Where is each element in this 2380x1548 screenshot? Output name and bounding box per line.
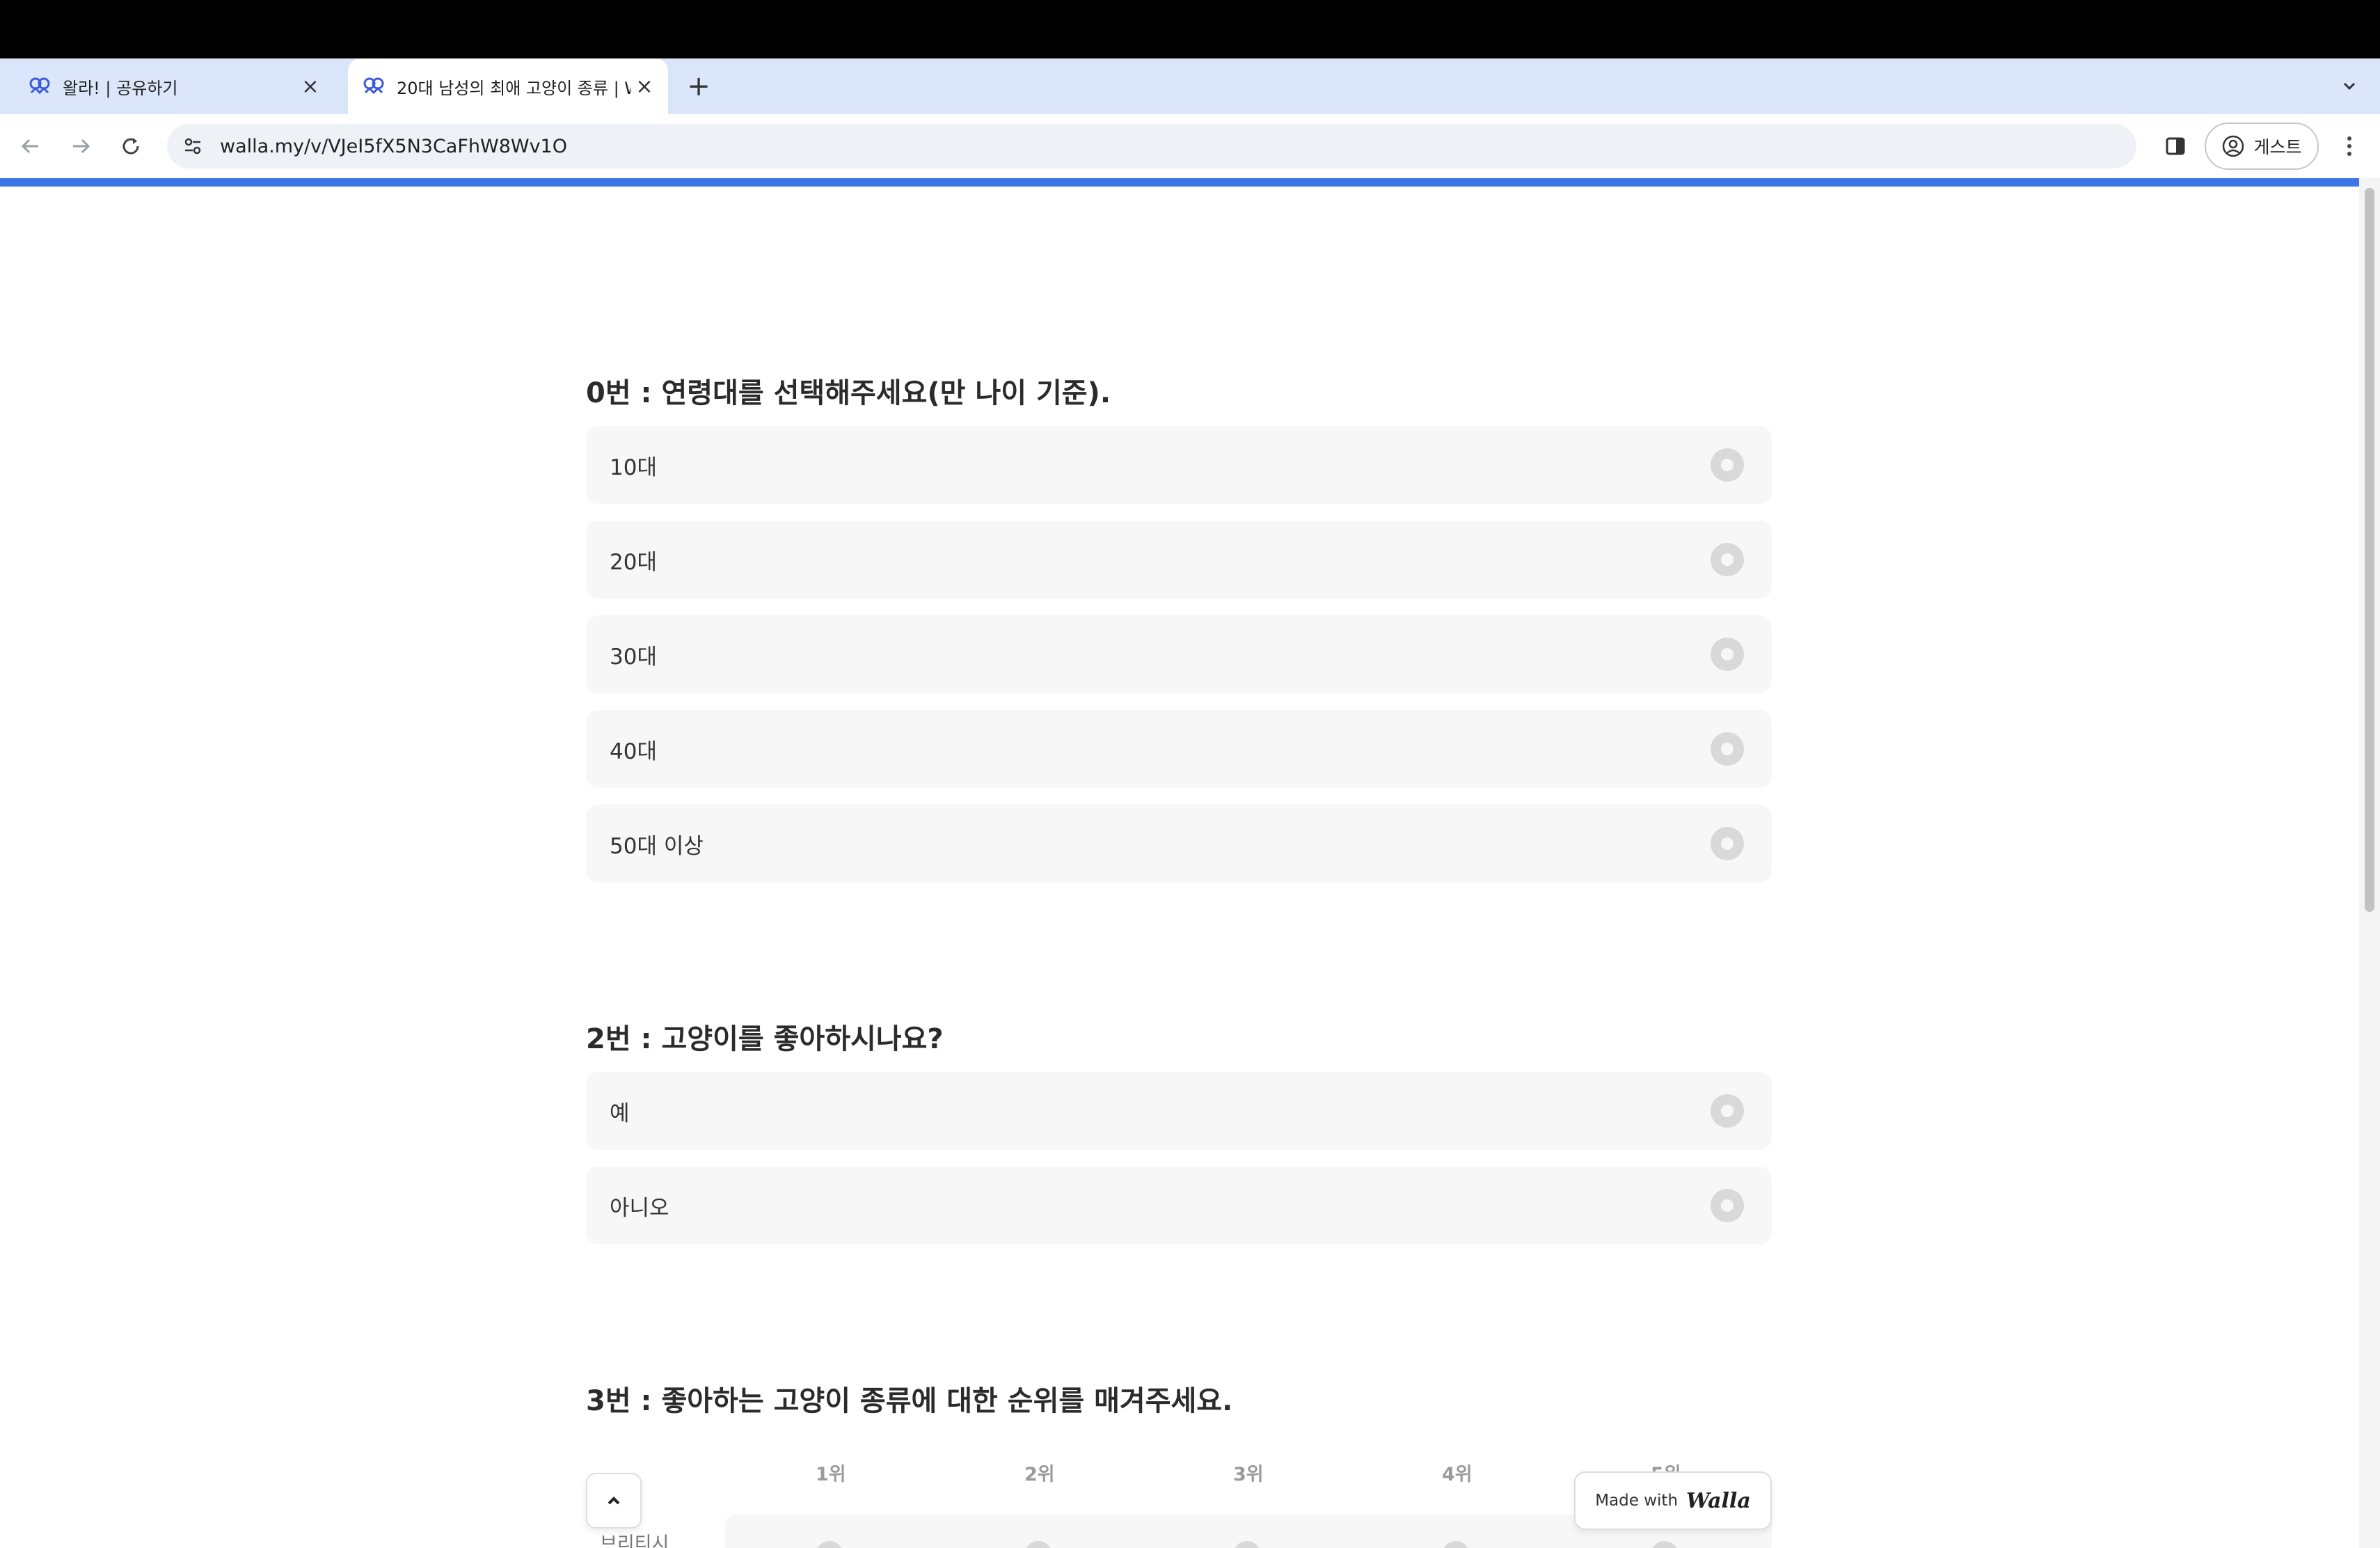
tab-strip: 왈라! | 공유하기 × 20대 남성의 최애 고양이 종류 | Wa × + <box>0 58 2380 114</box>
rank-row-label: 브리티시 <box>600 1533 669 1548</box>
radio-button[interactable] <box>1711 543 1744 576</box>
side-panel-icon[interactable] <box>2157 128 2193 164</box>
option-card[interactable]: 40대 <box>586 710 1772 788</box>
option-label: 20대 <box>610 549 657 575</box>
forward-icon[interactable] <box>63 128 99 164</box>
option-card[interactable]: 50대 이상 <box>586 805 1772 883</box>
option-label: 예 <box>610 1100 630 1126</box>
rank-column-header: 1위 <box>816 1464 846 1485</box>
question-title: 3번 : 좋아하는 고양이 종류에 대한 순위를 매겨주세요. <box>586 1385 1233 1417</box>
scrollbar-thumb[interactable] <box>2365 188 2374 912</box>
close-tab-icon[interactable]: × <box>630 72 658 100</box>
page-viewport: 0번 : 연령대를 선택해주세요(만 나이 기준). 10대 20대 30대 4… <box>0 178 2380 1548</box>
tab-title: 왈라! | 공유하기 <box>63 78 178 98</box>
tab-title: 20대 남성의 최애 고양이 종류 | Wa <box>397 78 630 98</box>
radio-button[interactable] <box>1711 732 1744 766</box>
back-icon[interactable] <box>13 128 49 164</box>
kebab-menu-icon[interactable] <box>2331 128 2367 164</box>
profile-label: 게스트 <box>2253 137 2302 157</box>
radio-button[interactable] <box>1711 638 1744 671</box>
tab-survey[interactable]: 20대 남성의 최애 고양이 종류 | Wa × <box>348 58 668 114</box>
option-card[interactable]: 아니오 <box>586 1167 1772 1245</box>
walla-favicon-icon <box>363 77 384 95</box>
site-info-icon[interactable] <box>175 129 210 164</box>
walla-favicon-icon <box>29 77 50 95</box>
option-label: 아니오 <box>610 1195 669 1221</box>
chevron-down-icon[interactable] <box>2333 70 2366 103</box>
url-text: walla.my/v/VJeI5fX5N3CaFhW8Wv1O <box>220 135 567 157</box>
made-with-walla-badge[interactable]: Made with Walla <box>1574 1471 1772 1530</box>
rank-column-header: 3위 <box>1233 1464 1264 1485</box>
rank-column-header: 2위 <box>1024 1464 1055 1485</box>
option-label: 10대 <box>610 455 657 480</box>
address-bar[interactable]: walla.my/v/VJeI5fX5N3CaFhW8Wv1O <box>167 124 2136 168</box>
option-label: 40대 <box>610 739 657 764</box>
walla-logo: Walla <box>1686 1488 1751 1513</box>
close-tab-icon[interactable]: × <box>296 72 324 100</box>
option-card[interactable]: 예 <box>586 1072 1772 1150</box>
question-title: 0번 : 연령대를 선택해주세요(만 나이 기준). <box>586 377 1111 409</box>
radio-button[interactable] <box>1711 827 1744 860</box>
tab-share[interactable]: 왈라! | 공유하기 × <box>14 58 334 114</box>
reload-icon[interactable] <box>113 128 149 164</box>
os-top-bar <box>0 0 2380 58</box>
scrollbar[interactable] <box>2359 178 2380 1548</box>
radio-button[interactable] <box>1711 448 1744 482</box>
survey-progress-fill <box>0 178 2359 187</box>
scroll-to-top-button[interactable] <box>586 1473 642 1529</box>
rank-column-header: 4위 <box>1442 1464 1473 1485</box>
account-circle-icon <box>2223 135 2244 157</box>
chevron-up-icon <box>608 1496 620 1505</box>
new-tab-icon[interactable]: + <box>682 70 715 103</box>
option-label: 30대 <box>610 644 657 670</box>
radio-button[interactable] <box>1711 1094 1744 1128</box>
profile-button[interactable]: 게스트 <box>2205 123 2319 170</box>
survey-progress-bar <box>0 178 2359 187</box>
question-title: 2번 : 고양이를 좋아하시나요? <box>586 1023 944 1055</box>
browser-toolbar: walla.my/v/VJeI5fX5N3CaFhW8Wv1O 게스트 <box>0 114 2380 178</box>
option-label: 50대 이상 <box>610 833 704 859</box>
radio-button[interactable] <box>1711 1189 1744 1222</box>
made-with-text: Made with <box>1595 1492 1679 1510</box>
option-card[interactable]: 30대 <box>586 615 1772 693</box>
option-card[interactable]: 10대 <box>586 426 1772 504</box>
option-card[interactable]: 20대 <box>586 521 1772 599</box>
